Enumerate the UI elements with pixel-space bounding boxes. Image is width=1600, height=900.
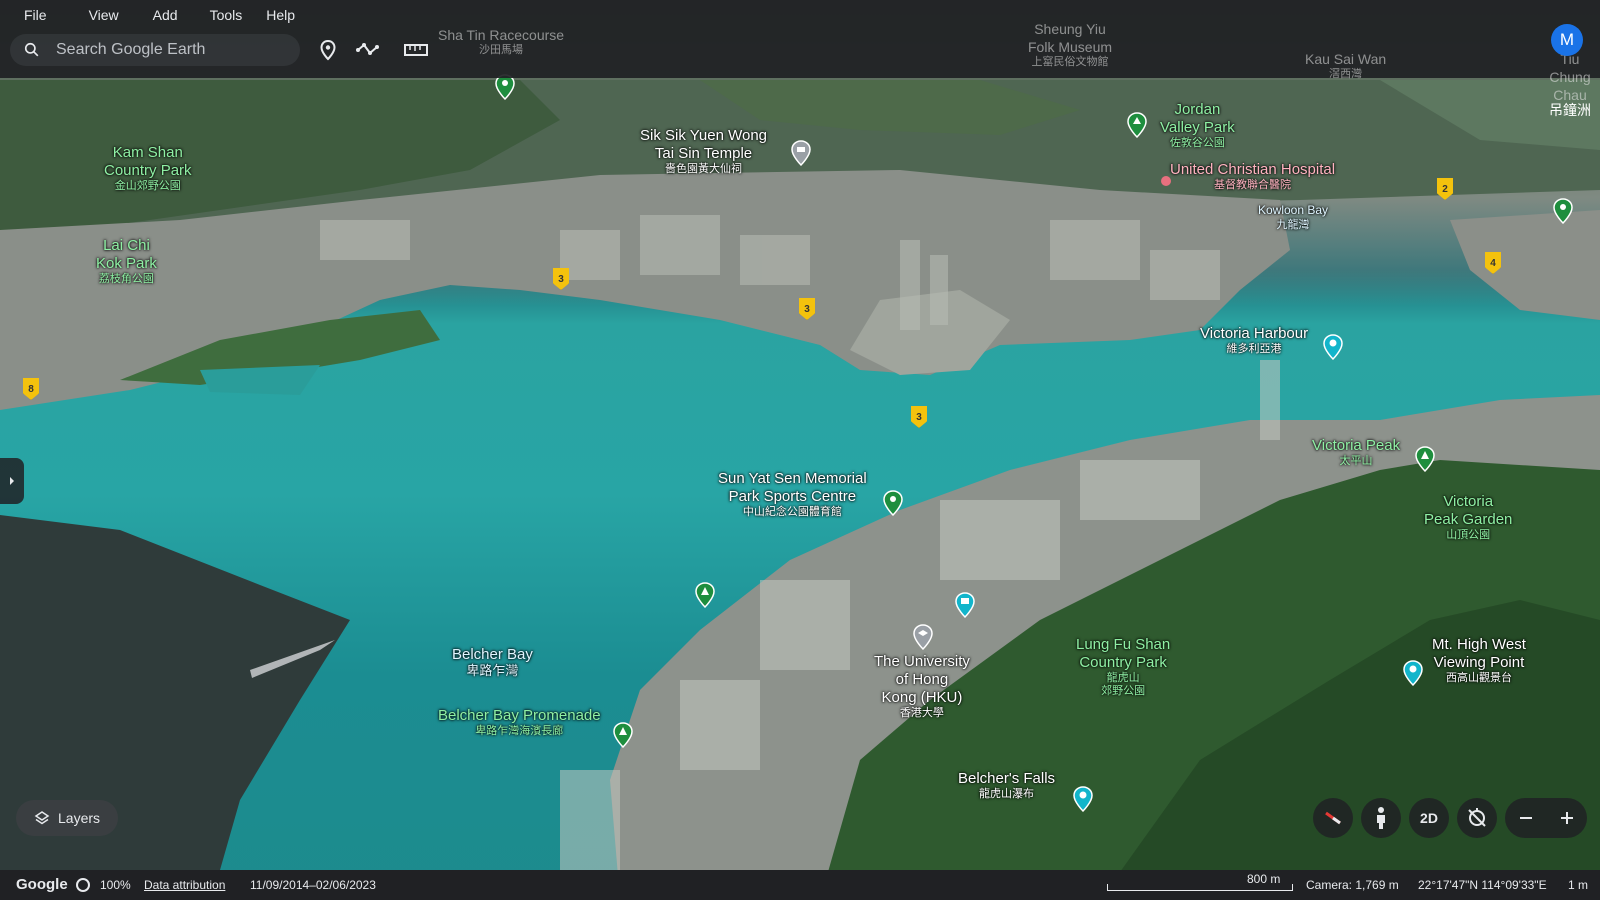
- coordinates: 22°17'47"N 114°09'33"E: [1418, 878, 1547, 892]
- zoom-controls: [1505, 798, 1587, 838]
- park-pin-icon[interactable]: [1552, 198, 1574, 224]
- compass-button[interactable]: [1313, 798, 1353, 838]
- place-label[interactable]: The University of Hong Kong (HKU) 香港大學: [874, 653, 970, 720]
- measure-button[interactable]: [402, 36, 430, 64]
- layers-label: Layers: [58, 810, 101, 826]
- place-label[interactable]: Jordan Valley Park 佐敦谷公園: [1160, 101, 1235, 150]
- ruler-icon: [404, 44, 428, 56]
- place-label[interactable]: Sha Tin Racecourse 沙田馬場: [438, 26, 564, 57]
- park-pin-icon[interactable]: [882, 490, 904, 516]
- menu-help[interactable]: Help: [254, 5, 307, 27]
- street-view-button[interactable]: [1361, 798, 1401, 838]
- place-label[interactable]: Victoria Harbour 維多利亞港: [1200, 325, 1308, 356]
- menu-tools[interactable]: Tools: [198, 5, 255, 27]
- side-panel-toggle[interactable]: [0, 458, 24, 504]
- account-avatar[interactable]: M: [1551, 24, 1583, 56]
- compass-icon: [1325, 811, 1341, 825]
- place-label[interactable]: Belcher Bay Promenade 卑路乍灣海濱長廊: [438, 707, 601, 738]
- place-label[interactable]: Victoria Peak Garden 山頂公園: [1424, 493, 1512, 542]
- tourist-pin-icon[interactable]: [1072, 786, 1094, 812]
- add-placemark-button[interactable]: [314, 36, 342, 64]
- place-label[interactable]: Lai Chi Kok Park 荔枝角公園: [96, 237, 157, 286]
- menu-file[interactable]: File: [12, 5, 59, 27]
- tourist-pin-icon[interactable]: [1322, 334, 1344, 360]
- place-label[interactable]: Belcher's Falls 龍虎山瀑布: [958, 770, 1055, 801]
- view-toggle-label: 2D: [1420, 810, 1438, 826]
- camera-altitude: Camera: 1,769 m: [1306, 878, 1399, 892]
- menu-add[interactable]: Add: [141, 5, 190, 27]
- tourist-pin-icon[interactable]: [1402, 660, 1424, 686]
- avatar-initial: M: [1559, 30, 1575, 49]
- park-pin-icon[interactable]: [1126, 112, 1148, 138]
- pegman-icon: [1377, 807, 1385, 829]
- reset-tilt-button[interactable]: [1457, 798, 1497, 838]
- zoom-in-button[interactable]: [1546, 798, 1587, 838]
- place-label[interactable]: Lung Fu Shan Country Park 龍虎山 郊野公園: [1076, 636, 1170, 698]
- imagery-dates: 11/09/2014–02/06/2023: [250, 878, 376, 892]
- view-2d-3d-toggle[interactable]: 2D: [1409, 798, 1449, 838]
- search-box[interactable]: [10, 34, 300, 66]
- status-bar: Google 100% Data attribution 11/09/2014–…: [0, 870, 1600, 900]
- layers-button[interactable]: Layers: [16, 800, 118, 836]
- park-pin-icon[interactable]: [1414, 446, 1436, 472]
- temple-pin-icon[interactable]: [790, 140, 812, 166]
- loading-percent: 100%: [100, 878, 131, 892]
- hospital-pin-icon: [1161, 176, 1171, 186]
- top-bar: Sha Tin Racecourse 沙田馬場 Sheung Yiu Folk M…: [0, 0, 1600, 117]
- earth-3d-view[interactable]: Kam Shan Country Park 金山郊野公園 Lai Chi Kok …: [0, 0, 1600, 900]
- place-label[interactable]: United Christian Hospital 基督教聯合醫院: [1170, 161, 1335, 192]
- place-label[interactable]: Victoria Peak 太平山: [1312, 437, 1400, 468]
- place-label[interactable]: Mt. High West Viewing Point 西高山觀景台: [1432, 636, 1526, 685]
- place-label[interactable]: Sik Sik Yuen Wong Tai Sin Temple 嗇色園黃大仙祠: [640, 127, 767, 176]
- loading-ring-icon: [76, 878, 90, 892]
- path-icon: [356, 43, 379, 55]
- place-label[interactable]: Kau Sai Wan 滘西灣: [1305, 50, 1386, 81]
- scale-label: 800 m: [1247, 872, 1281, 886]
- place-pin-icon: [320, 39, 336, 61]
- draw-path-button[interactable]: [354, 36, 382, 64]
- search-input[interactable]: [54, 40, 278, 60]
- data-attribution-link[interactable]: Data attribution: [144, 878, 225, 892]
- chevron-right-icon: [10, 477, 14, 485]
- tourist-pin-icon[interactable]: [954, 592, 976, 618]
- park-pin-icon[interactable]: [694, 582, 716, 608]
- minus-icon: [1519, 817, 1532, 819]
- search-icon: [24, 42, 39, 57]
- place-label[interactable]: Belcher Bay 卑路乍灣: [452, 646, 533, 677]
- place-label[interactable]: Kam Shan Country Park 金山郊野公園: [104, 144, 192, 193]
- place-label[interactable]: Sun Yat Sen Memorial Park Sports Centre 中…: [718, 470, 867, 519]
- elevation: 1 m: [1568, 878, 1589, 892]
- menu-view[interactable]: View: [77, 5, 131, 27]
- plus-icon: [1560, 812, 1573, 824]
- place-label[interactable]: Tiu Chung Chau 吊鐘洲: [1540, 50, 1600, 117]
- layers-icon: [34, 811, 50, 825]
- google-logo: Google: [16, 876, 68, 893]
- reset-tilt-icon: [1468, 808, 1486, 827]
- menu-bar: File View Add Tools Help: [12, 5, 307, 27]
- park-pin-icon[interactable]: [612, 722, 634, 748]
- place-label[interactable]: Sheung Yiu Folk Museum 上窰民俗文物館: [1028, 20, 1112, 69]
- place-label[interactable]: Kowloon Bay 九龍灣: [1258, 201, 1328, 232]
- university-pin-icon[interactable]: [912, 624, 934, 650]
- zoom-out-button[interactable]: [1505, 798, 1546, 838]
